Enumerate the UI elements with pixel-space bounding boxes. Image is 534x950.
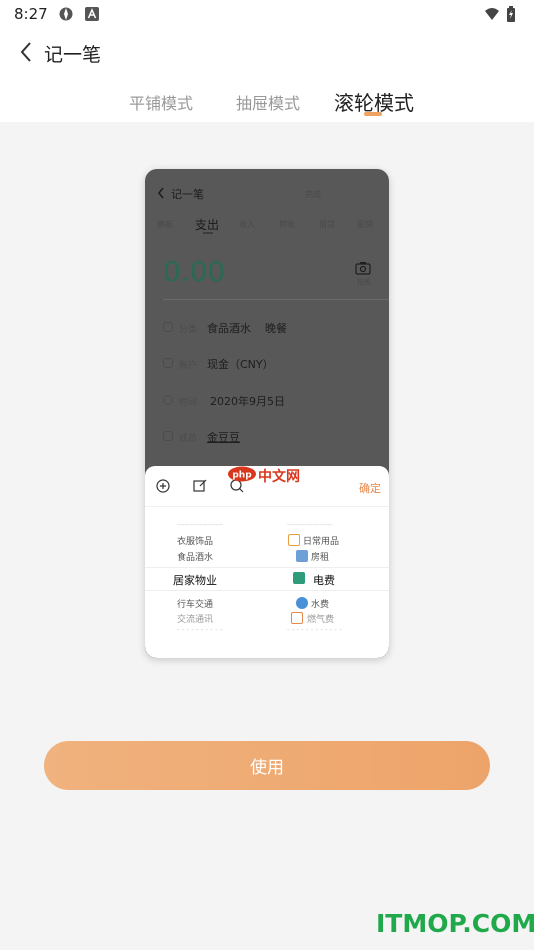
wheel-item-faint: - - - - - - - - - - - - <box>287 626 342 634</box>
wheel-item-right: 水费 <box>311 600 330 610</box>
preview-amount: 0.00 <box>163 255 226 288</box>
preview-tab-reimburse: 报销 <box>357 220 373 229</box>
preview-row-label: 成员 <box>179 434 198 444</box>
preview-row-value2: 晚餐 <box>265 322 287 335</box>
back-arrow-icon[interactable] <box>18 41 36 63</box>
use-button[interactable]: 使用 <box>44 741 490 790</box>
status-bar: 8:27 <box>0 0 534 28</box>
category-icon <box>163 322 173 332</box>
php-logo: php <box>228 466 256 482</box>
sheet-divider <box>145 506 389 507</box>
sync-icon <box>59 7 73 21</box>
status-time: 8:27 <box>14 5 48 23</box>
wheel-item-faint: ------------------ <box>177 521 223 529</box>
wheel-item-left: 食品酒水 <box>177 553 214 563</box>
page-title: 记一笔 <box>44 44 102 66</box>
preview-row-value: 金豆豆 <box>207 431 240 444</box>
preview-tab-loan: 借贷 <box>319 220 335 229</box>
wheel-item-left: 交流通讯 <box>177 615 214 625</box>
brand-watermark: ITMOP.COM <box>376 909 534 938</box>
wheel-item-right-selected: 电费 <box>313 574 335 587</box>
electricity-icon <box>293 572 305 584</box>
preview-row-label: 分类 <box>179 325 198 335</box>
account-icon <box>163 358 173 368</box>
preview-tab-template: 模板 <box>157 220 173 229</box>
preview-divider <box>163 299 389 300</box>
wifi-icon <box>485 8 499 20</box>
watermark-text: 中文网 <box>258 469 300 485</box>
preview-tab-indicator <box>203 232 213 234</box>
tab-tile-mode[interactable]: 平铺模式 <box>129 90 193 114</box>
preview-tab-expense: 支出 <box>195 218 220 232</box>
active-tab-indicator <box>364 112 382 116</box>
tab-drawer-mode[interactable]: 抽屉模式 <box>236 90 300 114</box>
preview-row-label: 时间 <box>179 398 198 408</box>
app-a-icon <box>85 7 99 21</box>
title-bar: 记一笔 <box>0 28 534 76</box>
add-circle-icon <box>156 479 170 493</box>
preview-phone: 记一笔 完成 模板 支出 收入 转账 借贷 报销 0.00 拍照 分类 食品酒水… <box>145 169 389 658</box>
preview-row-label: 账户 <box>179 361 198 371</box>
mode-tabs: 平铺模式 抽屉模式 滚轮模式 <box>0 78 534 122</box>
gas-icon <box>291 612 303 624</box>
preview-row-value: 2020年9月5日 <box>210 395 285 408</box>
preview-title: 记一笔 <box>171 188 204 201</box>
preview-done: 完成 <box>305 190 321 199</box>
svg-text:php: php <box>232 471 252 481</box>
wheel-item-left: 衣服饰品 <box>177 537 214 547</box>
wheel-item-right: 燃气费 <box>307 615 335 625</box>
confirm-button: 确定 <box>359 482 381 495</box>
preview-tab-transfer: 转账 <box>279 220 295 229</box>
wheel-item-right: 日常用品 <box>303 537 340 547</box>
daily-goods-icon <box>288 534 300 546</box>
preview-camera-label: 拍照 <box>357 278 371 286</box>
clock-icon <box>163 395 173 405</box>
rent-icon <box>296 550 308 562</box>
preview-tab-income: 收入 <box>239 220 255 229</box>
wheel-item-left-selected: 居家物业 <box>173 574 217 587</box>
preview-row-value: 食品酒水 <box>207 322 251 335</box>
wheel-item-faint: - - - - - - - - - - <box>177 626 223 634</box>
category-wheel-sheet: 确定 php 中文网 ------------------ ----------… <box>145 466 389 658</box>
battery-icon <box>507 6 515 22</box>
edit-icon <box>193 479 207 492</box>
wheel-item-faint: ------------------ <box>287 521 333 529</box>
wheel-item-left: 行车交通 <box>177 600 214 610</box>
wheel-item-right: 房租 <box>311 553 330 563</box>
preview-row-value: 现金（CNY） <box>207 358 274 371</box>
water-icon <box>296 597 308 609</box>
preview-back-icon <box>158 187 164 199</box>
member-icon <box>163 431 173 441</box>
camera-icon <box>355 262 371 275</box>
